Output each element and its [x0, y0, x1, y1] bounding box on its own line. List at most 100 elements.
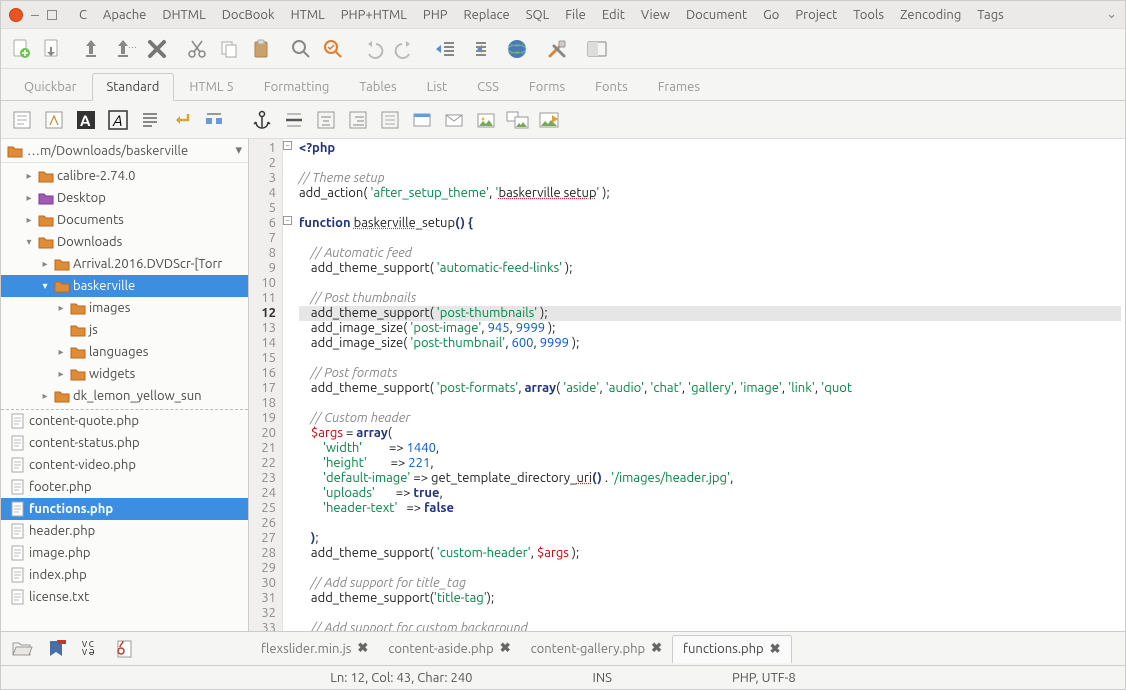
- comment-icon[interactable]: [377, 107, 403, 133]
- multi-thumbnail-icon[interactable]: [537, 107, 563, 133]
- file-tab[interactable]: functions.php✖: [672, 635, 792, 663]
- hrule-icon[interactable]: [281, 107, 307, 133]
- anchor-icon[interactable]: [249, 107, 275, 133]
- tree-item[interactable]: ▾baskerville: [1, 275, 248, 297]
- file-item[interactable]: header.php: [1, 520, 248, 542]
- menu-sql[interactable]: SQL: [518, 5, 558, 25]
- image-icon[interactable]: [473, 107, 499, 133]
- fullscreen-icon[interactable]: [585, 37, 609, 61]
- charmap-icon[interactable]: V CV Ə: [81, 639, 101, 659]
- new-file-icon[interactable]: [9, 37, 33, 61]
- tooltab-html5[interactable]: HTML 5: [174, 73, 249, 100]
- close-tab-icon[interactable]: ✖: [500, 641, 511, 656]
- tooltab-standard[interactable]: Standard: [92, 73, 175, 101]
- close-tab-icon[interactable]: ✖: [357, 641, 368, 656]
- tree-item[interactable]: ▸Arrival.2016.DVDScr-[Torr: [1, 253, 248, 275]
- tree-item[interactable]: ▾Downloads: [1, 231, 248, 253]
- preferences-icon[interactable]: [545, 37, 569, 61]
- indent-icon[interactable]: [465, 37, 489, 61]
- quickstart-icon[interactable]: [41, 107, 67, 133]
- tree-item[interactable]: ▸Desktop: [1, 187, 248, 209]
- tree-item[interactable]: ▸languages: [1, 341, 248, 363]
- menu-edit[interactable]: Edit: [594, 5, 633, 25]
- tree-item[interactable]: ▸Documents: [1, 209, 248, 231]
- window-close-button[interactable]: [9, 8, 23, 22]
- menu-document[interactable]: Document: [678, 5, 755, 25]
- file-item[interactable]: content-status.php: [1, 432, 248, 454]
- unindent-icon[interactable]: [433, 37, 457, 61]
- undo-icon[interactable]: [361, 37, 385, 61]
- menu-php[interactable]: PHP: [415, 5, 456, 25]
- save-as-icon[interactable]: …: [113, 37, 137, 61]
- menu-dhtml[interactable]: DHTML: [154, 5, 213, 25]
- cut-icon[interactable]: [185, 37, 209, 61]
- menu-replace[interactable]: Replace: [456, 5, 518, 25]
- nbsp-icon[interactable]: [201, 107, 227, 133]
- open-file-icon[interactable]: [41, 37, 65, 61]
- file-item[interactable]: content-video.php: [1, 454, 248, 476]
- file-item[interactable]: image.php: [1, 542, 248, 564]
- link-icon[interactable]: [409, 107, 435, 133]
- fold-marker[interactable]: −: [283, 141, 292, 150]
- tree-item[interactable]: ▸widgets: [1, 363, 248, 385]
- fold-marker[interactable]: −: [283, 216, 292, 225]
- menu-apache[interactable]: Apache: [95, 5, 154, 25]
- tooltab-fonts[interactable]: Fonts: [580, 73, 643, 100]
- menu-html[interactable]: HTML: [283, 5, 333, 25]
- tooltab-frames[interactable]: Frames: [643, 73, 715, 100]
- open-folder-icon[interactable]: [11, 639, 33, 659]
- tooltab-css[interactable]: CSS: [462, 73, 514, 100]
- menu-view[interactable]: View: [633, 5, 678, 25]
- email-icon[interactable]: [441, 107, 467, 133]
- tree-item[interactable]: ▸calibre-2.74.0: [1, 165, 248, 187]
- italic-icon[interactable]: A: [105, 107, 131, 133]
- file-item[interactable]: license.txt: [1, 586, 248, 608]
- breadcrumb[interactable]: …m/Downloads/baskerville ▾: [1, 139, 248, 163]
- tree-item[interactable]: ▸dk_lemon_yellow_sun: [1, 385, 248, 407]
- menu-project[interactable]: Project: [787, 5, 845, 25]
- code-editor[interactable]: 1234567891011121314151617181920212223242…: [249, 139, 1125, 631]
- redo-icon[interactable]: [393, 37, 417, 61]
- tooltab-formatting[interactable]: Formatting: [249, 73, 345, 100]
- tree-item[interactable]: js: [1, 319, 248, 341]
- bookmarks-icon[interactable]: [47, 639, 67, 659]
- menu-php+html[interactable]: PHP+HTML: [333, 5, 415, 25]
- file-item[interactable]: content-quote.php: [1, 410, 248, 432]
- save-icon[interactable]: [81, 37, 105, 61]
- paste-icon[interactable]: [249, 37, 273, 61]
- file-item[interactable]: index.php: [1, 564, 248, 586]
- tooltab-list[interactable]: List: [412, 73, 463, 100]
- center-icon[interactable]: [313, 107, 339, 133]
- menu-go[interactable]: Go: [755, 5, 787, 25]
- tooltab-forms[interactable]: Forms: [514, 73, 580, 100]
- menu-docbook[interactable]: DocBook: [214, 5, 283, 25]
- file-item[interactable]: footer.php: [1, 476, 248, 498]
- tooltab-tables[interactable]: Tables: [344, 73, 411, 100]
- close-tab-icon[interactable]: ✖: [651, 641, 662, 656]
- menu-overflow-icon[interactable]: ⌄: [1106, 7, 1117, 22]
- dropdown-icon[interactable]: ▾: [235, 143, 242, 158]
- menu-tools[interactable]: Tools: [845, 5, 892, 25]
- rightalign-icon[interactable]: [345, 107, 371, 133]
- tree-item[interactable]: ▸images: [1, 297, 248, 319]
- break-icon[interactable]: [169, 107, 195, 133]
- file-item[interactable]: functions.php: [1, 498, 248, 520]
- paragraph-icon[interactable]: [137, 107, 163, 133]
- close-tab-icon[interactable]: ✖: [770, 642, 781, 657]
- file-tab[interactable]: content-aside.php✖: [378, 635, 520, 662]
- preview-browser-icon[interactable]: [505, 37, 529, 61]
- tooltab-quickbar[interactable]: Quickbar: [9, 73, 92, 100]
- menu-zencoding[interactable]: Zencoding: [892, 5, 969, 25]
- file-tab[interactable]: flexslider.min.js✖: [251, 635, 378, 662]
- thumbnail-icon[interactable]: [505, 107, 531, 133]
- window-minimize-button[interactable]: –: [31, 10, 39, 20]
- menu-c[interactable]: C: [71, 5, 95, 25]
- find-icon[interactable]: [289, 37, 313, 61]
- find-replace-icon[interactable]: [321, 37, 345, 61]
- bold-icon[interactable]: A: [73, 107, 99, 133]
- menu-file[interactable]: File: [557, 5, 594, 25]
- file-tab[interactable]: content-gallery.php✖: [521, 635, 672, 662]
- menu-tags[interactable]: Tags: [969, 5, 1012, 25]
- snippets-icon[interactable]: [115, 639, 135, 659]
- copy-icon[interactable]: [217, 37, 241, 61]
